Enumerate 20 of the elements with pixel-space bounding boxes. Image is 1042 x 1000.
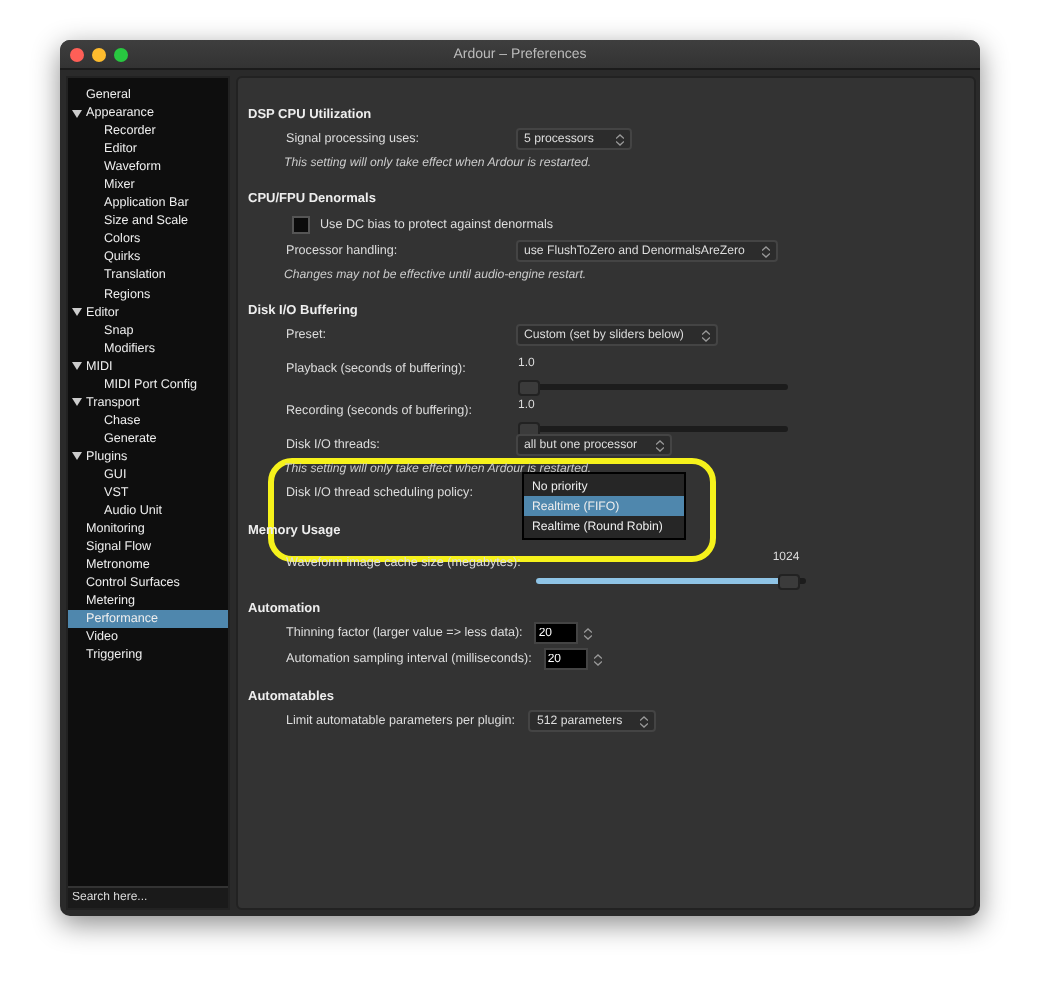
updown-arrows-icon [762, 245, 771, 257]
updown-arrows-icon [655, 439, 664, 451]
slider[interactable] [536, 573, 807, 589]
minimize-button[interactable] [92, 47, 106, 61]
updown-arrows-icon [640, 715, 649, 727]
updown-arrows-icon [701, 329, 710, 341]
expanded-triangle-icon[interactable] [72, 308, 82, 317]
expanded-triangle-icon[interactable] [72, 109, 82, 118]
expanded-triangle-icon[interactable] [72, 362, 82, 371]
updown-arrows-icon [593, 653, 602, 665]
close-button[interactable] [70, 47, 84, 61]
updown-arrows-icon [616, 133, 624, 145]
slider-handle[interactable] [518, 379, 540, 395]
updown-arrows-icon [584, 627, 593, 639]
expanded-triangle-icon[interactable] [72, 452, 82, 461]
expanded-triangle-icon[interactable] [72, 398, 82, 407]
slider[interactable] [518, 379, 788, 395]
slider-handle[interactable] [777, 573, 800, 589]
checkbox[interactable] [292, 215, 310, 233]
zoom-button[interactable] [114, 47, 128, 61]
